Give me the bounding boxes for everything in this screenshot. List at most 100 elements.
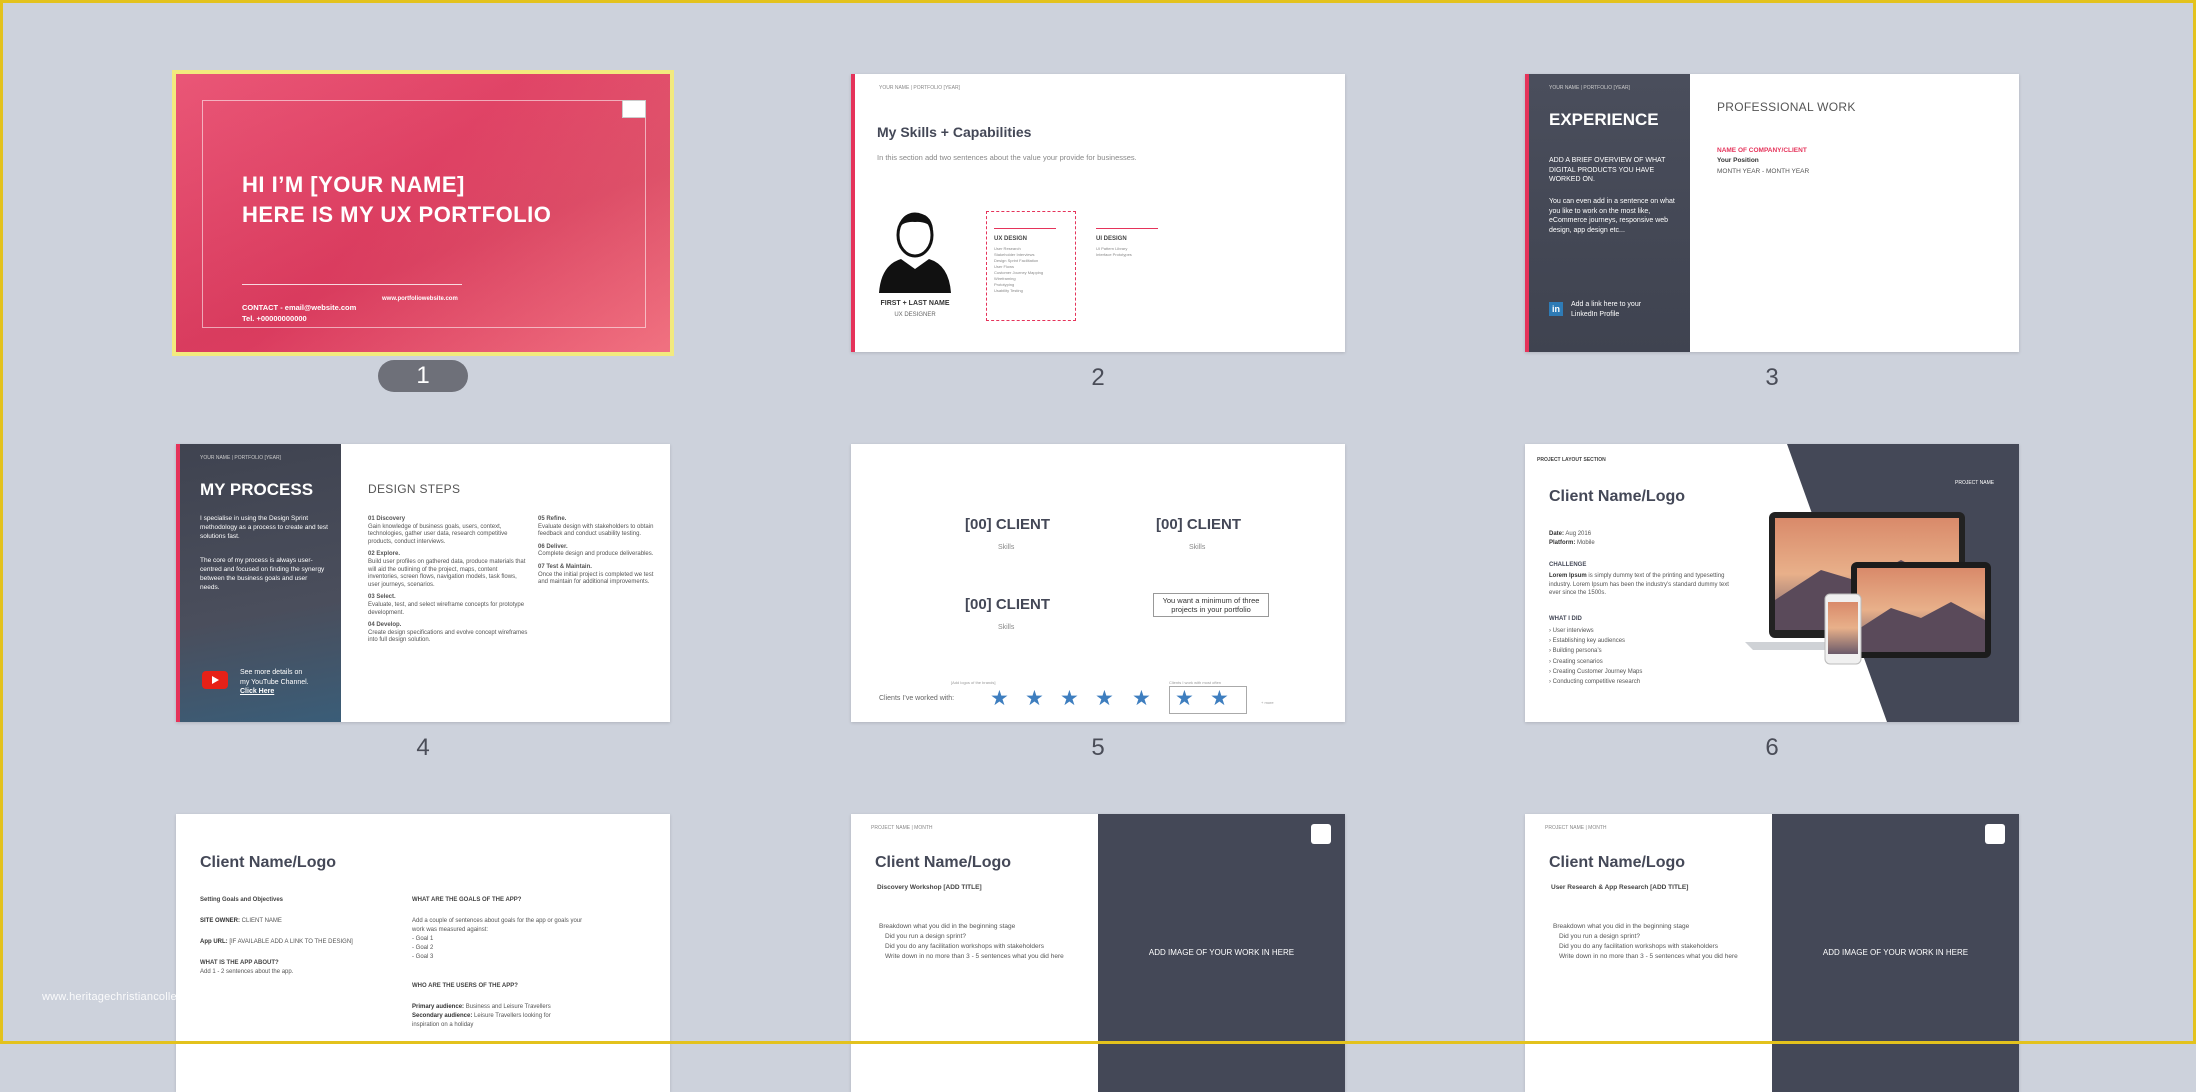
slide2-logo bbox=[1313, 84, 1329, 94]
slide4-yt-link[interactable]: Click Here bbox=[240, 687, 309, 697]
slide-thumbnail-6[interactable]: PROJECT LAYOUT SECTION PROJECT NAME Clie… bbox=[1525, 444, 2019, 722]
slide2-ux-item: Usability Testing bbox=[994, 288, 1023, 293]
slide7-goal: - Goal 1 bbox=[412, 936, 434, 942]
slide7-left-col: Setting Goals and Objectives SITE OWNER:… bbox=[200, 896, 380, 977]
linkedin-icon: in bbox=[1549, 302, 1563, 316]
slide2-ui-list: UI Pattern Library Interface Prototypes bbox=[1096, 246, 1132, 258]
slide3-logo bbox=[1987, 84, 2003, 94]
step: 06 Deliver. Complete design and produce d… bbox=[538, 544, 656, 559]
label: Platform: bbox=[1549, 540, 1576, 546]
slide-number-4[interactable]: 4 bbox=[176, 734, 670, 762]
step: 03 Select. Evaluate, test, and select wir… bbox=[368, 594, 528, 617]
slide4-steps-left: 01 Discovery Gain knowledge of business g… bbox=[368, 516, 528, 645]
slide-thumbnail-7[interactable]: Client Name/Logo Setting Goals and Objec… bbox=[176, 814, 670, 1092]
slide3-linkedin-text: Add a link here to your LinkedIn Profile bbox=[1571, 301, 1642, 318]
slide7-goals-title: WHAT ARE THE GOALS OF THE APP? bbox=[412, 897, 522, 903]
slide4-logo bbox=[638, 454, 654, 464]
slide2-person-name: FIRST + LAST NAME bbox=[880, 300, 950, 307]
slide9-line: Write down in no more than 3 - 5 sentenc… bbox=[1559, 953, 1738, 960]
slide5-stars-note-right: Clients I work with most often bbox=[1169, 680, 1222, 685]
star-icon: ★ bbox=[1210, 687, 1229, 710]
slide-number-6[interactable]: 6 bbox=[1525, 734, 2019, 762]
slide7-logo bbox=[638, 824, 654, 834]
slide8-line: Write down in no more than 3 - 5 sentenc… bbox=[885, 953, 1064, 960]
slide4-p2: The core of my process is always user-ce… bbox=[200, 557, 325, 591]
step-desc: Create design specifications and evolve … bbox=[368, 629, 528, 644]
step: 07 Test & Maintain. Once the initial proj… bbox=[538, 564, 656, 587]
slide1-divider bbox=[242, 284, 462, 285]
slide8-subtitle: Discovery Workshop [ADD TITLE] bbox=[877, 884, 982, 891]
list-item: › Creating Customer Journey Maps bbox=[1549, 668, 1643, 675]
slide-thumbnail-2[interactable]: YOUR NAME | PORTFOLIO [YEAR] My Skills +… bbox=[851, 74, 1345, 352]
slide6-what-title: WHAT I DID bbox=[1549, 616, 1582, 622]
slide9-header: PROJECT NAME | MONTH bbox=[1545, 825, 1607, 831]
slide6-challenge: Lorem Ipsum is simply dummy text of the … bbox=[1549, 572, 1735, 598]
slide-number-3[interactable]: 3 bbox=[1525, 364, 2019, 392]
slide7-goal: - Goal 3 bbox=[412, 954, 434, 960]
slide4-header: YOUR NAME | PORTFOLIO [YEAR] bbox=[200, 455, 281, 461]
slide9-line: Breakdown what you did in the beginning … bbox=[1553, 923, 1690, 930]
star-icon: ★ bbox=[1025, 687, 1044, 710]
slide-thumbnail-5[interactable]: [00] CLIENT Skills [00] CLIENT Skills [0… bbox=[851, 444, 1345, 722]
star-icon: ★ bbox=[1060, 687, 1079, 710]
slide3-position: Your Position bbox=[1717, 157, 1759, 164]
slide8-logo bbox=[1311, 824, 1331, 844]
slide2-ui-title: UI DESIGN bbox=[1096, 236, 1127, 242]
slide9-subtitle: User Research & App Research [ADD TITLE] bbox=[1551, 884, 1689, 891]
slide6-section: PROJECT LAYOUT SECTION bbox=[1537, 457, 1606, 463]
slide-thumbnail-1[interactable]: HI I’M [YOUR NAME] HERE IS MY UX PORTFOL… bbox=[172, 70, 674, 356]
slide8-line: Did you do any facilitation workshops wi… bbox=[885, 943, 1044, 950]
slide1-headline-2: HERE IS MY UX PORTFOLIO bbox=[242, 202, 552, 227]
slide8-line: Did you run a design sprint? bbox=[885, 933, 966, 940]
slide6-meta: Date: Aug 2016 Platform: Mobile bbox=[1549, 530, 1595, 548]
slide4-title: MY PROCESS bbox=[200, 480, 314, 499]
label: App URL: bbox=[200, 939, 228, 945]
label: Date: bbox=[1549, 531, 1565, 537]
step-title: 03 Select. bbox=[368, 594, 396, 601]
slide6-title: Client Name/Logo bbox=[1549, 488, 1686, 505]
slide5-skills-1: Skills bbox=[998, 544, 1015, 551]
step: 01 Discovery Gain knowledge of business g… bbox=[368, 516, 528, 546]
value: Leisure Travellers looking for bbox=[474, 1013, 551, 1019]
slide5-logo bbox=[1313, 454, 1329, 464]
step: 02 Explore. Build user profiles on gather… bbox=[368, 551, 528, 589]
challenge-lead: Lorem Ipsum bbox=[1549, 573, 1587, 579]
slide3-dates: MONTH YEAR - MONTH YEAR bbox=[1717, 168, 1810, 175]
slide-number-1[interactable]: 1 bbox=[176, 360, 670, 392]
slide4-yt-line: See more details on bbox=[240, 669, 303, 676]
slide3-p1: ADD A BRIEF OVERVIEW OF WHAT DIGITAL PRO… bbox=[1549, 157, 1666, 183]
step: 04 Develop. Create design specifications … bbox=[368, 622, 528, 645]
slide9-image-placeholder: ADD IMAGE OF YOUR WORK IN HERE bbox=[1822, 948, 1969, 957]
slide7-secondary-2: inspiration on a holiday bbox=[412, 1022, 474, 1028]
slide2-ux-rule bbox=[994, 228, 1056, 229]
slide1-headline-1: HI I’M [YOUR NAME] bbox=[242, 172, 465, 197]
step-desc: Once the initial project is completed we… bbox=[538, 571, 654, 586]
slide7-right-col: WHAT ARE THE GOALS OF THE APP? Add a cou… bbox=[412, 896, 592, 1030]
youtube-icon[interactable] bbox=[202, 671, 228, 689]
slide7-title: Client Name/Logo bbox=[200, 854, 337, 871]
slide2-ux-list: User Research Stakeholder Interviews Des… bbox=[994, 246, 1043, 294]
list-item: › Creating scenarios bbox=[1549, 658, 1603, 665]
slide3-accent-bar bbox=[1525, 74, 1529, 352]
slide5-client-1: [00] CLIENT bbox=[965, 516, 1051, 533]
slide9-body: Breakdown what you did in the beginning … bbox=[1553, 922, 1753, 962]
slide-number-2[interactable]: 2 bbox=[851, 364, 1345, 392]
slide-thumbnail-4[interactable]: YOUR NAME | PORTFOLIO [YEAR] MY PROCESS … bbox=[176, 444, 670, 722]
slide4-p1: I specialise in using the Design Sprint … bbox=[200, 515, 328, 540]
slide4-steps-title: DESIGN STEPS bbox=[368, 482, 461, 496]
item-text: Creating Customer Journey Maps bbox=[1552, 668, 1643, 675]
slide3-title: EXPERIENCE bbox=[1549, 110, 1659, 129]
item-text: User interviews bbox=[1552, 628, 1594, 634]
slide6-challenge-title: CHALLENGE bbox=[1549, 562, 1587, 568]
slide2-title: My Skills + Capabilities bbox=[877, 124, 1032, 140]
slide7-url: App URL: [IF AVAILABLE ADD A LINK TO THE… bbox=[200, 938, 380, 947]
slide4-yt-line: my YouTube Channel. bbox=[240, 678, 309, 686]
watermark: www.heritagechristiancollege.com bbox=[42, 991, 215, 1003]
slide7-s1: Setting Goals and Objectives bbox=[200, 897, 284, 903]
list-item: › Establishing key audiences bbox=[1549, 638, 1626, 645]
slide-number-5[interactable]: 5 bbox=[851, 734, 1345, 762]
slide-thumbnail-9[interactable]: PROJECT NAME | MONTH Client Name/Logo Us… bbox=[1525, 814, 2019, 1092]
star-icon: ★ bbox=[990, 687, 1009, 710]
slide-thumbnail-8[interactable]: PROJECT NAME | MONTH Client Name/Logo Di… bbox=[851, 814, 1345, 1092]
slide-thumbnail-3[interactable]: YOUR NAME | PORTFOLIO [YEAR] EXPERIENCE … bbox=[1525, 74, 2019, 352]
